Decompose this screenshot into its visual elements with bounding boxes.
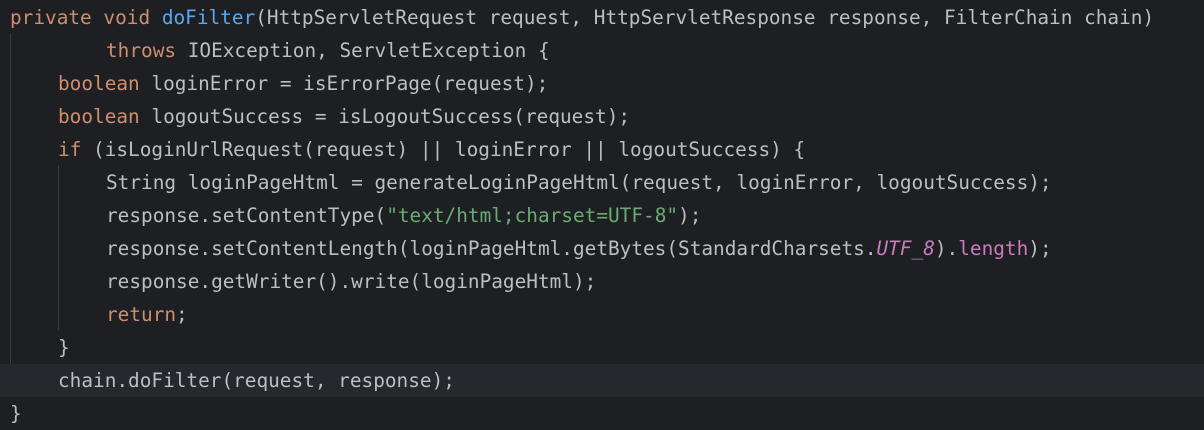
- token-kw: private: [10, 6, 92, 29]
- code-text: private void doFilter(HttpServletRequest…: [10, 1, 1154, 34]
- code-line[interactable]: response.getWriter().write(loginPageHtml…: [0, 265, 1204, 298]
- token-str: "text/html;charset=UTF-8": [386, 204, 679, 227]
- code-text: String loginPageHtml = generateLoginPage…: [106, 166, 1052, 199]
- code-text: }: [10, 397, 22, 430]
- token-text: (HttpServletRequest request, HttpServlet…: [255, 6, 1155, 29]
- token-text: response.getWriter().write(loginPageHtml…: [106, 270, 597, 293]
- token-text: ).: [934, 237, 959, 260]
- token-text: response.setContentType(: [106, 204, 387, 227]
- code-line[interactable]: }: [0, 397, 1204, 430]
- code-text: response.getWriter().write(loginPageHtml…: [106, 265, 596, 298]
- token-text: }: [58, 336, 70, 359]
- token-kw: boolean: [58, 105, 140, 128]
- code-line[interactable]: response.setContentType("text/html;chars…: [0, 199, 1204, 232]
- token-text: chain.doFilter(request, response);: [58, 369, 455, 392]
- code-line[interactable]: boolean loginError = isErrorPage(request…: [0, 67, 1204, 100]
- code-line[interactable]: if (isLoginUrlRequest(request) || loginE…: [0, 133, 1204, 166]
- token-cst: UTF_8: [876, 237, 935, 260]
- code-line-current[interactable]: chain.doFilter(request, response);: [0, 364, 1204, 397]
- token-text: String loginPageHtml = generateLoginPage…: [106, 171, 1052, 194]
- token-fn: doFilter: [161, 6, 256, 29]
- token-text: }: [10, 402, 22, 425]
- token-text: response.setContentLength(loginPageHtml.…: [106, 237, 877, 260]
- token-text: ;: [176, 303, 188, 326]
- code-text: boolean loginError = isErrorPage(request…: [58, 67, 548, 100]
- token-kw: if: [58, 138, 82, 161]
- token-text: );: [1028, 237, 1052, 260]
- code-editor[interactable]: private void doFilter(HttpServletRequest…: [0, 0, 1204, 425]
- code-text: return;: [106, 298, 188, 331]
- token-kw: void: [103, 6, 151, 29]
- code-text: response.setContentType("text/html;chars…: [106, 199, 701, 232]
- code-line[interactable]: boolean logoutSuccess = isLogoutSuccess(…: [0, 100, 1204, 133]
- token-text: IOException, ServletException {: [176, 39, 550, 62]
- code-text: }: [58, 331, 70, 364]
- code-text: boolean logoutSuccess = isLogoutSuccess(…: [58, 100, 630, 133]
- code-line[interactable]: }: [0, 331, 1204, 364]
- token-text: loginError = isErrorPage(request);: [139, 72, 549, 95]
- code-line[interactable]: throws IOException, ServletException {: [0, 34, 1204, 67]
- token-text: (isLoginUrlRequest(request) || loginErro…: [81, 138, 806, 161]
- code-text: response.setContentLength(loginPageHtml.…: [106, 232, 1052, 265]
- token-kw: throws: [106, 39, 177, 62]
- code-text: throws IOException, ServletException {: [106, 34, 550, 67]
- token-kw: boolean: [58, 72, 140, 95]
- token-text: logoutSuccess = isLogoutSuccess(request)…: [139, 105, 631, 128]
- token-kw: return: [106, 303, 177, 326]
- code-line[interactable]: return;: [0, 298, 1204, 331]
- code-line[interactable]: private void doFilter(HttpServletRequest…: [0, 1, 1204, 34]
- code-text: chain.doFilter(request, response);: [58, 364, 455, 397]
- code-line[interactable]: String loginPageHtml = generateLoginPage…: [0, 166, 1204, 199]
- token-fld: length: [958, 237, 1029, 260]
- token-text: );: [678, 204, 702, 227]
- code-line[interactable]: response.setContentLength(loginPageHtml.…: [0, 232, 1204, 265]
- code-text: if (isLoginUrlRequest(request) || loginE…: [58, 133, 805, 166]
